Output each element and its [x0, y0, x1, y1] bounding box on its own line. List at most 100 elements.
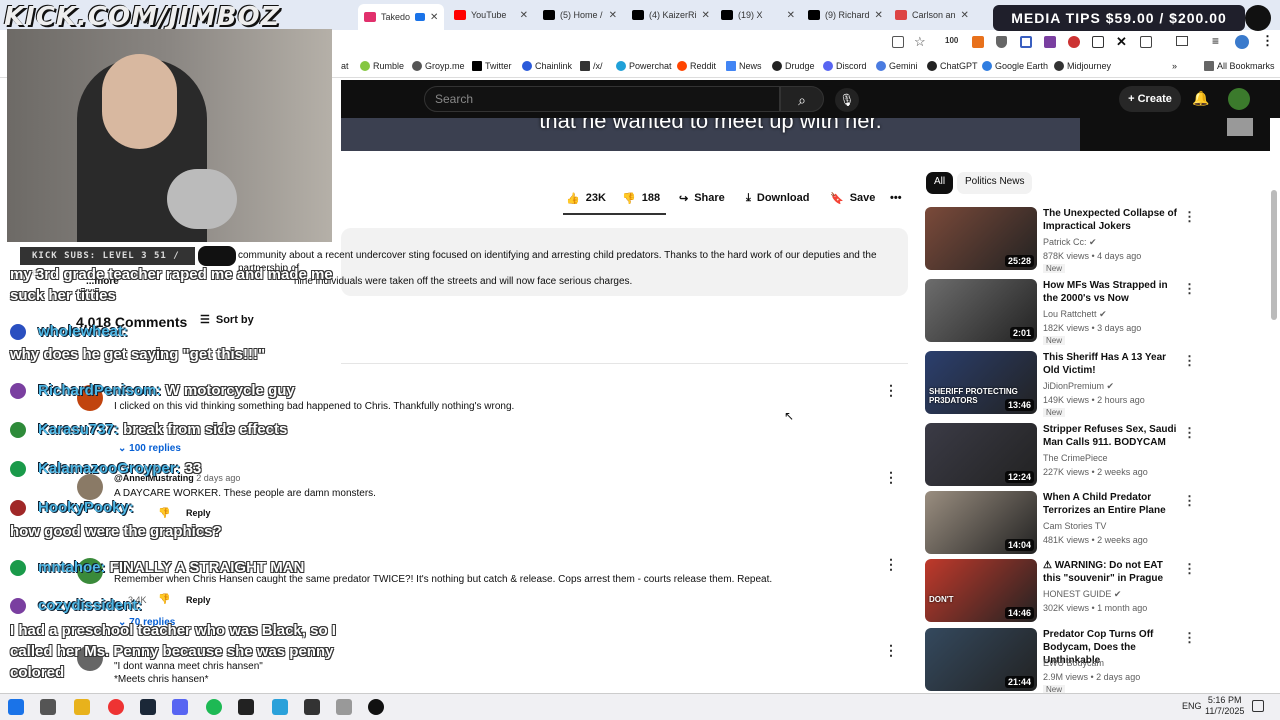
video-title[interactable]: Stripper Refuses Sex, Saudi Man Calls 91…	[1043, 423, 1183, 449]
video-menu-icon[interactable]: ⋮	[1183, 353, 1196, 369]
recommendation-item[interactable]: DON'T 14:46 ⚠ WARNING: Do not EAT this "so…	[925, 559, 1265, 623]
bookmark-groyp[interactable]: Groyp.me	[412, 61, 465, 71]
bookmark-twitter[interactable]: Twitter	[472, 61, 512, 71]
search-icon[interactable]: ⌕	[780, 86, 824, 112]
view-replies-button[interactable]: ⌄ 100 replies	[118, 443, 181, 454]
video-menu-icon[interactable]: ⋮	[1183, 281, 1196, 297]
close-tab-icon[interactable]: ✕	[875, 10, 883, 21]
extension-100-icon[interactable]: 100	[945, 36, 958, 45]
close-tab-icon[interactable]: ✕	[961, 10, 969, 21]
tab-x-home[interactable]: (5) Home / ✕	[537, 4, 623, 26]
extension-icon[interactable]	[1020, 36, 1032, 48]
bookmark-reddit[interactable]: Reddit	[677, 61, 716, 71]
system-clock[interactable]: 5:16 PM 11/7/2025	[1205, 695, 1244, 717]
tab-youtube[interactable]: YouTube ✕	[448, 4, 534, 26]
reading-list-icon[interactable]	[1176, 36, 1188, 46]
start-icon[interactable]	[8, 699, 24, 715]
discord-icon[interactable]	[172, 699, 188, 715]
video-menu-icon[interactable]: ⋮	[1183, 209, 1196, 225]
video-title[interactable]: The Unexpected Collapse of Impractical J…	[1043, 207, 1183, 233]
video-thumbnail[interactable]: SHERIFF PROTECTING PR3DATORS 13:46	[925, 351, 1037, 414]
reply-button[interactable]: Reply	[186, 508, 211, 518]
comment-menu-icon[interactable]: ⋮	[884, 469, 898, 486]
browser-menu-icon[interactable]: ⋮	[1261, 33, 1274, 49]
recommendation-item[interactable]: SHERIFF PROTECTING PR3DATORS 13:46 This Sh…	[925, 351, 1265, 417]
create-button[interactable]: + Create	[1119, 86, 1181, 112]
profile-avatar-icon[interactable]	[1235, 35, 1249, 49]
channel-name[interactable]: EWU Bodycam	[1043, 658, 1104, 668]
puzzle-icon[interactable]	[1140, 36, 1152, 48]
recommendation-item[interactable]: 12:24 Stripper Refuses Sex, Saudi Man Cal…	[925, 423, 1265, 487]
comment-menu-icon[interactable]: ⋮	[884, 382, 898, 399]
extension-fox-icon[interactable]	[972, 36, 984, 48]
bookmark-drudge[interactable]: Drudge	[772, 61, 815, 71]
spotify-icon[interactable]	[206, 699, 222, 715]
app-icon[interactable]	[304, 699, 320, 715]
install-icon[interactable]	[892, 36, 904, 48]
sort-by-button[interactable]: ☰ Sort by	[200, 313, 254, 327]
download-button[interactable]: ⤓ Download	[746, 187, 809, 209]
menu-lines-icon[interactable]: ≡	[1212, 34, 1219, 48]
tab-x-19[interactable]: (19) X ✕	[715, 4, 801, 26]
recommendation-item[interactable]: 25:28 The Unexpected Collapse of Impracti…	[925, 207, 1265, 273]
video-thumbnail[interactable]: 12:24	[925, 423, 1037, 486]
extension-icon[interactable]	[1068, 36, 1080, 48]
video-title[interactable]: How MFs Was Strapped in the 2000's vs No…	[1043, 279, 1183, 305]
bookmark-chatgpt[interactable]: ChatGPT	[927, 61, 978, 71]
close-tab-icon[interactable]: ✕	[787, 10, 795, 21]
bookmark-news[interactable]: News	[726, 61, 762, 71]
channel-name[interactable]: Cam Stories TV	[1043, 521, 1106, 531]
chrome-icon[interactable]	[108, 699, 124, 715]
video-thumbnail[interactable]: 25:28	[925, 207, 1037, 270]
video-menu-icon[interactable]: ⋮	[1183, 561, 1196, 577]
video-thumbnail[interactable]: 2:01	[925, 279, 1037, 342]
bookmark-gemini[interactable]: Gemini	[876, 61, 918, 71]
app-icon[interactable]	[336, 699, 352, 715]
bookmark-x[interactable]: /x/	[580, 61, 603, 71]
bookmark-rumble[interactable]: Rumble	[360, 61, 404, 71]
video-menu-icon[interactable]: ⋮	[1183, 425, 1196, 441]
tab-x-kaizer[interactable]: (4) KaizerRi ✕	[626, 4, 712, 26]
chip-politics-news[interactable]: Politics News	[957, 172, 1033, 194]
channel-name[interactable]: Lou Rattchett ✔	[1043, 309, 1107, 320]
microphone-icon[interactable]: 🎙	[835, 88, 859, 112]
dislike-button[interactable]: 👎 188	[622, 187, 660, 209]
tab-carlson[interactable]: Carlson an ✕	[889, 4, 971, 26]
video-title[interactable]: When A Child Predator Terrorizes an Enti…	[1043, 491, 1183, 517]
task-view-icon[interactable]	[40, 699, 56, 715]
channel-name[interactable]: Patrick Cc: ✔	[1043, 237, 1097, 248]
app-icon[interactable]	[368, 699, 384, 715]
obs-icon[interactable]	[238, 699, 254, 715]
search-input[interactable]: Search	[424, 86, 780, 112]
notifications-bell-icon[interactable]: 🔔	[1192, 90, 1209, 107]
bookmark-discord[interactable]: Discord	[823, 61, 867, 71]
more-actions-icon[interactable]: •••	[890, 187, 902, 209]
extension-icon[interactable]	[1044, 36, 1056, 48]
bookmark-star-icon[interactable]: ☆	[914, 34, 926, 50]
close-tab-icon[interactable]: ✕	[609, 10, 617, 21]
comment-menu-icon[interactable]: ⋮	[884, 642, 898, 659]
bookmark-chainlink[interactable]: Chainlink	[522, 61, 572, 71]
dislike-icon[interactable]: 👎	[158, 594, 170, 605]
language-indicator[interactable]: ENG	[1182, 701, 1202, 711]
comment-menu-icon[interactable]: ⋮	[884, 556, 898, 573]
telegram-icon[interactable]	[272, 699, 288, 715]
share-button[interactable]: ↪ Share	[679, 187, 725, 209]
dislike-icon[interactable]: 👎	[158, 508, 170, 519]
x-extension-icon[interactable]: ✕	[1116, 34, 1127, 50]
video-title[interactable]: ⚠ WARNING: Do not EAT this "souvenir" in…	[1043, 559, 1183, 585]
comment-avatar[interactable]	[77, 474, 103, 500]
tab-takedown[interactable]: Takedo ✕	[358, 4, 444, 30]
bookmark-google-earth[interactable]: Google Earth	[982, 61, 1048, 71]
close-tab-icon[interactable]: ✕	[430, 12, 438, 23]
bookmark-powerchat[interactable]: Powerchat	[616, 61, 672, 71]
extension-shield-icon[interactable]	[996, 36, 1007, 48]
recommendation-item[interactable]: 2:01 How MFs Was Strapped in the 2000's v…	[925, 279, 1265, 345]
video-thumbnail[interactable]: 14:04	[925, 491, 1037, 554]
video-thumbnail[interactable]: 21:44	[925, 628, 1037, 691]
video-menu-icon[interactable]: ⋮	[1183, 630, 1196, 646]
video-menu-icon[interactable]: ⋮	[1183, 493, 1196, 509]
channel-name[interactable]: The CrimePiece	[1043, 453, 1108, 463]
recommendation-item[interactable]: 21:44 Predator Cop Turns Off Bodycam, Doe…	[925, 628, 1265, 694]
avatar[interactable]	[1228, 88, 1250, 110]
